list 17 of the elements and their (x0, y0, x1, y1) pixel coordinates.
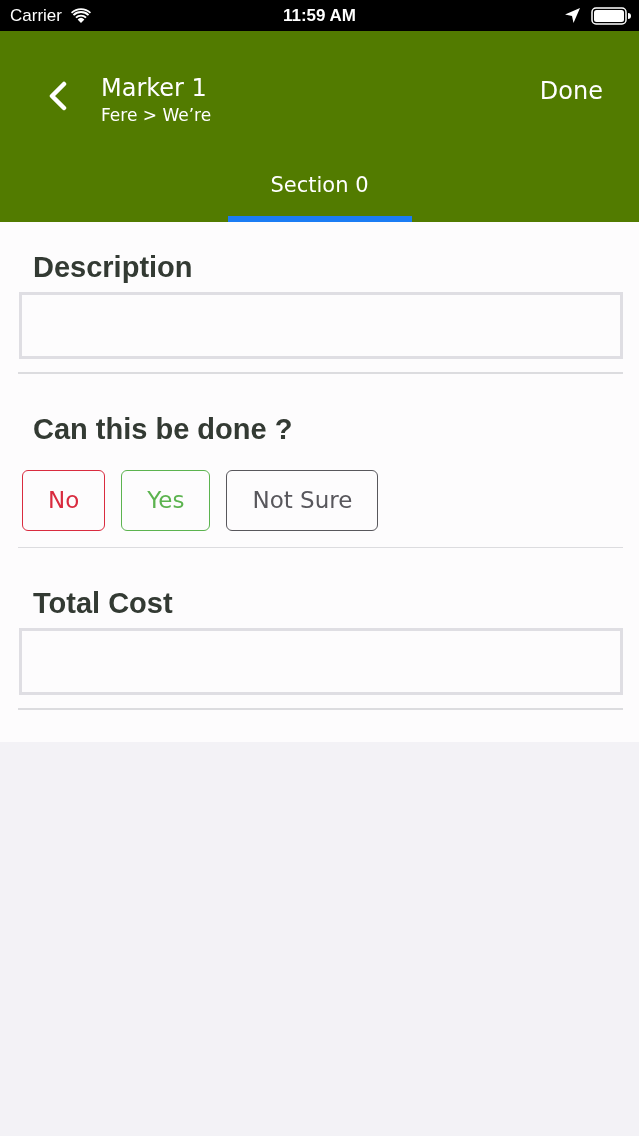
choice-button[interactable]: No (22, 469, 106, 531)
choice-button[interactable]: Yes (121, 469, 211, 531)
field-label: Description (33, 250, 194, 284)
screen-title: Marker 1 (101, 73, 208, 103)
clock-time: 11:59 AM (282, 5, 357, 26)
battery-icon (591, 6, 631, 25)
location-arrow-icon (565, 8, 580, 23)
choice-button[interactable]: Not Sure (226, 469, 379, 531)
field-label: Total Cost (33, 586, 174, 620)
carrier-label: Carrier (10, 5, 62, 26)
input-field[interactable] (19, 628, 623, 695)
back-chevron-icon[interactable] (48, 81, 67, 111)
wifi-icon (70, 8, 91, 23)
input-field[interactable] (19, 292, 623, 359)
breadcrumb-subtitle: Fere > We’re (101, 104, 213, 126)
field-label: Can this be done ? (33, 411, 294, 446)
done-button[interactable]: Done (539, 76, 603, 106)
